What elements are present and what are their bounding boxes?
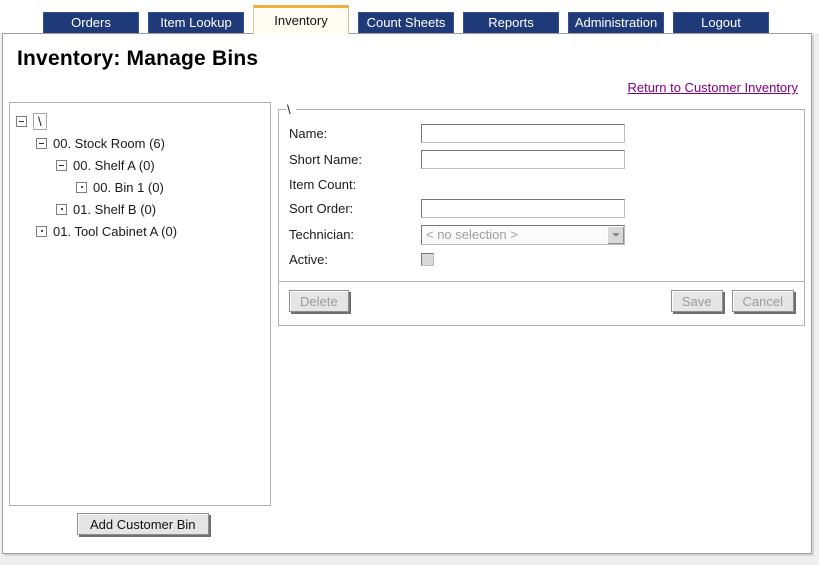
main-panel: Inventory: Manage Bins Return to Custome… <box>2 33 812 554</box>
technician-label: Technician: <box>289 227 421 242</box>
tree-item-shelf-a[interactable]: 00. Shelf A (0) <box>12 154 268 176</box>
item-count-label: Item Count: <box>289 177 421 192</box>
short-name-label: Short Name: <box>289 152 421 167</box>
name-field[interactable] <box>421 124 625 143</box>
tree-collapse-icon[interactable] <box>16 116 27 127</box>
tree-collapse-icon[interactable] <box>36 138 47 149</box>
bin-detail-panel: \ Name: Short Name: Item Count: Sort Ord… <box>278 102 805 326</box>
sort-order-field[interactable] <box>421 199 625 218</box>
tab-administration[interactable]: Administration <box>568 12 664 33</box>
bin-form: \ Name: Short Name: Item Count: Sort Ord… <box>278 102 805 282</box>
tab-count-sheets[interactable]: Count Sheets <box>358 12 454 33</box>
name-label: Name: <box>289 126 421 141</box>
bin-tree-panel: \ 00. Stock Room (6) 00. Shelf A (0) 00.… <box>9 102 271 506</box>
tab-bar: Orders Item Lookup Inventory Count Sheet… <box>0 0 819 33</box>
tab-reports[interactable]: Reports <box>463 12 559 33</box>
tree-item-label: 00. Bin 1 (0) <box>93 180 164 195</box>
tree-item-label: 01. Tool Cabinet A (0) <box>53 224 177 239</box>
technician-selected-value: < no selection > <box>422 227 607 242</box>
tab-orders[interactable]: Orders <box>43 12 139 33</box>
cancel-button[interactable]: Cancel <box>732 290 794 312</box>
chevron-down-icon <box>612 233 620 237</box>
sort-order-label: Sort Order: <box>289 201 421 216</box>
tree-item-label: 00. Stock Room (6) <box>53 136 165 151</box>
active-label: Active: <box>289 252 421 267</box>
tab-logout[interactable]: Logout <box>673 12 769 33</box>
tree-item-stock-room[interactable]: 00. Stock Room (6) <box>12 132 268 154</box>
tree-leaf-icon[interactable] <box>36 226 47 237</box>
bin-form-legend: \ <box>286 102 296 117</box>
tree-item-label: 01. Shelf B (0) <box>73 202 156 217</box>
tree-item-bin-1[interactable]: 00. Bin 1 (0) <box>12 176 268 198</box>
tab-item-lookup[interactable]: Item Lookup <box>148 12 244 33</box>
page-title: Inventory: Manage Bins <box>17 47 799 71</box>
dropdown-button[interactable] <box>607 226 624 244</box>
tree-item-label: \ <box>33 113 47 130</box>
form-button-bar: Delete Save Cancel <box>278 282 805 326</box>
tree-leaf-icon[interactable] <box>76 182 87 193</box>
tree-leaf-icon[interactable] <box>56 204 67 215</box>
add-customer-bin-button[interactable]: Add Customer Bin <box>77 513 209 535</box>
tree-item-tool-cabinet-a[interactable]: 01. Tool Cabinet A (0) <box>12 220 268 242</box>
tree-item-shelf-b[interactable]: 01. Shelf B (0) <box>12 198 268 220</box>
short-name-field[interactable] <box>421 150 625 169</box>
save-button[interactable]: Save <box>671 290 723 312</box>
tree-item-label: 00. Shelf A (0) <box>73 158 155 173</box>
tab-inventory[interactable]: Inventory <box>253 5 349 34</box>
tree-collapse-icon[interactable] <box>56 160 67 171</box>
technician-select[interactable]: < no selection > <box>421 225 625 245</box>
active-checkbox[interactable] <box>421 253 434 266</box>
tree-item-root[interactable]: \ <box>12 110 268 132</box>
return-to-customer-inventory-link[interactable]: Return to Customer Inventory <box>627 80 798 95</box>
delete-button[interactable]: Delete <box>289 290 349 312</box>
